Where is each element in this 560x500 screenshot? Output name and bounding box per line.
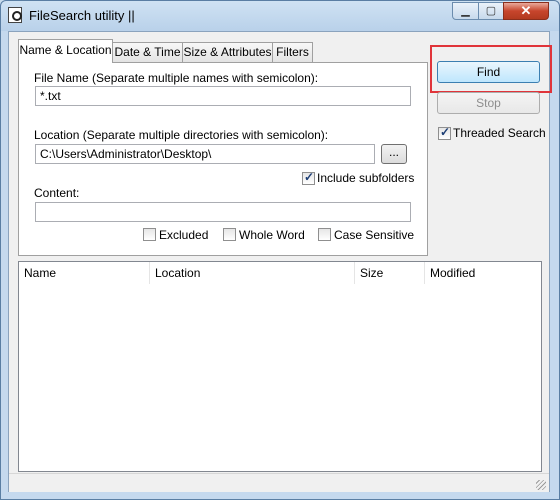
content-label: Content: — [34, 186, 80, 200]
column-header-size[interactable]: Size — [355, 262, 425, 284]
magnifier-icon — [8, 7, 22, 23]
threaded-search-checkbox[interactable]: ✓ — [438, 125, 451, 140]
whole-word-checkbox[interactable] — [223, 228, 236, 241]
case-sensitive-label: Case Sensitive — [334, 228, 415, 242]
app-window: FileSearch utility || ▁ ▢ ✕ Name & Locat… — [0, 0, 560, 500]
name-location-panel: File Name (Separate multiple names with … — [18, 62, 428, 256]
column-header-modified[interactable]: Modified — [425, 262, 541, 284]
title-bar[interactable]: FileSearch utility || ▁ ▢ ✕ — [1, 1, 559, 31]
minimize-button[interactable]: ▁ — [452, 2, 479, 20]
find-button[interactable]: Find — [437, 61, 540, 83]
client-area: Name & Location Date & Time Size & Attri… — [8, 31, 552, 492]
filename-input[interactable]: *.txt — [35, 86, 411, 106]
location-label: Location (Separate multiple directories … — [34, 128, 329, 142]
excluded-checkbox[interactable] — [143, 228, 156, 241]
excluded-label: Excluded — [159, 228, 209, 242]
results-list[interactable]: Name Location Size Modified — [18, 261, 542, 472]
resize-grip-icon[interactable] — [536, 480, 546, 490]
include-subfolders-label: Include subfolders — [317, 171, 415, 185]
content-input[interactable] — [35, 202, 411, 222]
tab-name-location[interactable]: Name & Location — [18, 39, 113, 63]
threaded-search-label: Threaded Search — [453, 126, 546, 140]
column-header-name[interactable]: Name — [19, 262, 150, 284]
location-input[interactable]: C:\Users\Administrator\Desktop\ — [35, 144, 375, 164]
maximize-button[interactable]: ▢ — [478, 2, 504, 20]
column-header-location[interactable]: Location — [150, 262, 355, 284]
include-subfolders-checkbox[interactable]: ✓ — [302, 170, 315, 185]
tab-filters[interactable]: Filters — [272, 42, 313, 62]
whole-word-label: Whole Word — [239, 228, 305, 242]
case-sensitive-checkbox[interactable] — [318, 228, 331, 241]
check-icon: ✓ — [304, 170, 315, 184]
check-icon: ✓ — [440, 125, 451, 139]
tab-date-time[interactable]: Date & Time — [112, 42, 183, 62]
stop-button[interactable]: Stop — [437, 92, 540, 114]
tab-size-attributes[interactable]: Size & Attributes — [182, 42, 273, 62]
status-bar — [9, 473, 549, 492]
close-button[interactable]: ✕ — [503, 2, 549, 20]
filename-label: File Name (Separate multiple names with … — [34, 71, 319, 85]
window-title: FileSearch utility || — [29, 8, 135, 23]
browse-button[interactable]: ... — [381, 144, 407, 164]
